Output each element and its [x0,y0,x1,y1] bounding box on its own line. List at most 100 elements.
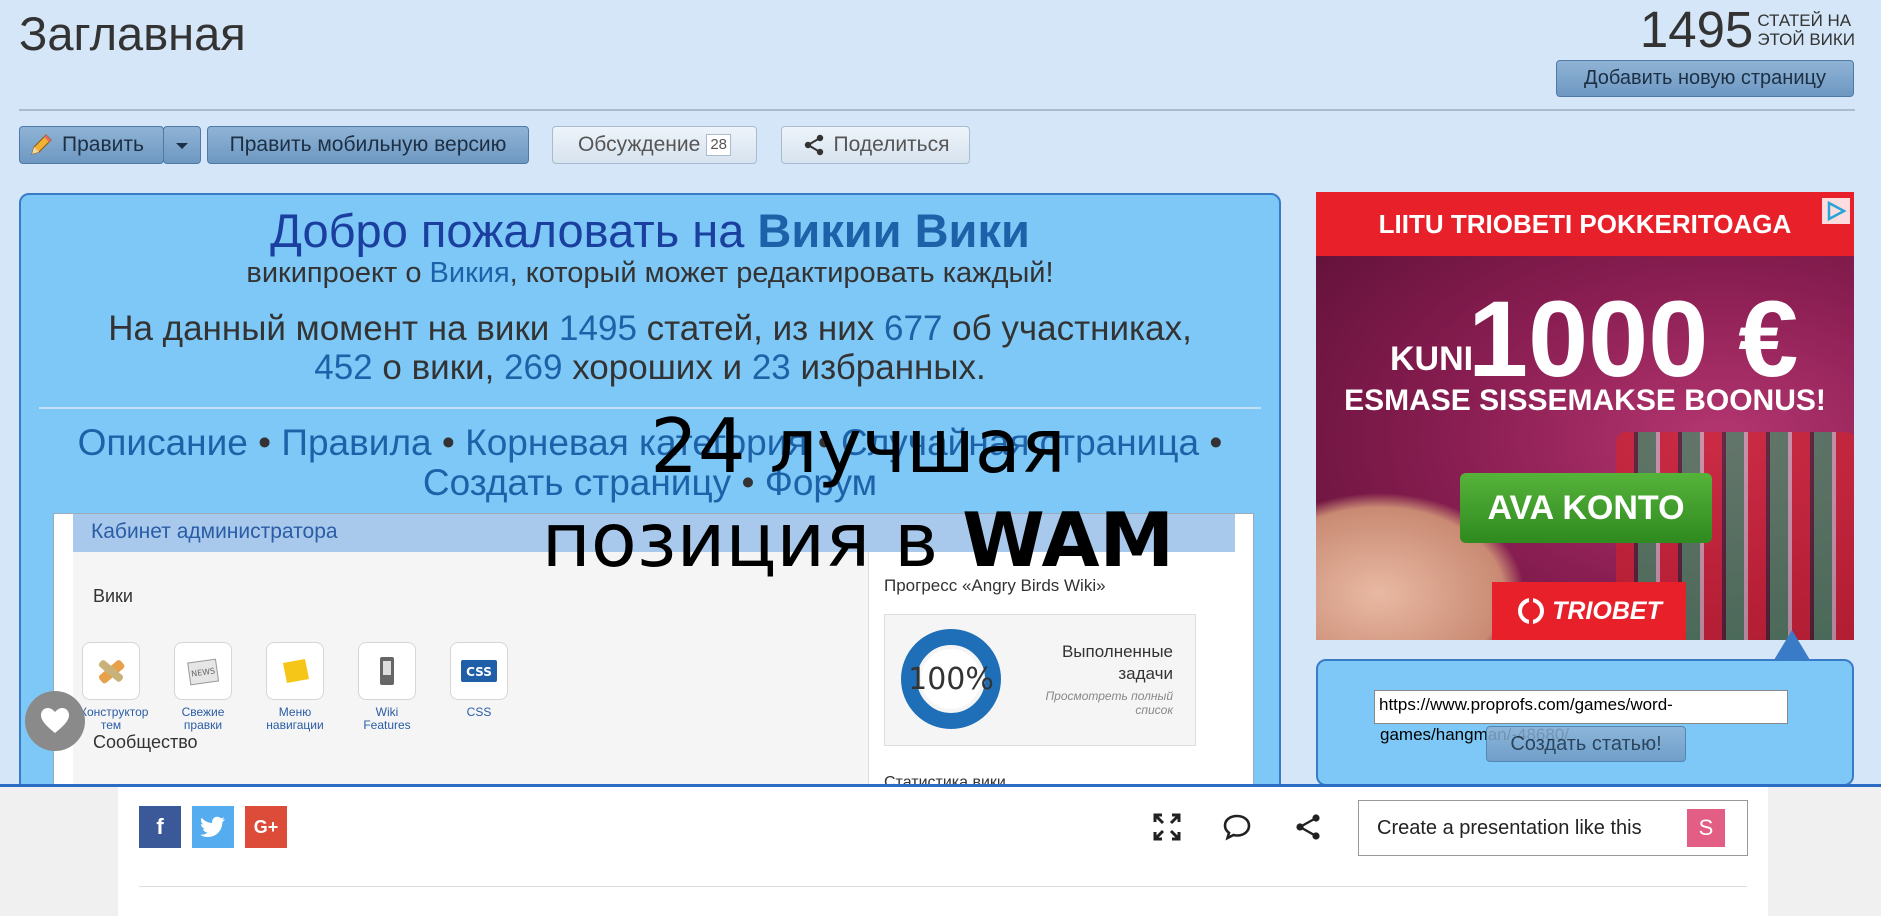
admin-tool-css: CSS CSS [448,642,510,732]
admin-tool-caption: Wiki Features [356,706,418,732]
share-button[interactable]: Поделиться [781,126,970,164]
heart-icon [41,708,69,733]
stats-text-1: На данный момент на вики [108,309,550,348]
welcome-subtitle: википроект о Викия, который может редакт… [21,257,1279,290]
welcome-sub-prefix: википроект о [246,257,422,289]
talk-button[interactable]: Обсуждение 28 [552,126,757,164]
create-presentation-label: Create a presentation like this [1377,816,1642,839]
news-icon: NEWS [187,658,220,686]
welcome-title-prefix: Добро пожаловать на [270,204,745,257]
admin-tool-caption: Меню навигации [264,706,326,732]
stats-about-link[interactable]: 452 [314,348,372,387]
caret-down-icon [175,133,189,157]
nav-menu-caption-2: навигации [266,718,324,732]
theme-designer-caption-2: тем [100,718,122,732]
create-presentation-button[interactable]: Create a presentation like this S [1358,800,1748,856]
theme-designer-caption-1: Конструктор [80,705,149,719]
twitter-share-button[interactable] [192,806,234,848]
admin-tool-navigation-menu: Меню навигации [264,642,326,732]
edit-dropdown-button[interactable] [163,126,201,164]
article-count: 1495 СТАТЕЙ НА ЭТОЙ ВИКИ [1640,4,1855,56]
css-caption: CSS [466,705,492,719]
wam-overlay-bold: WAM [962,496,1175,584]
admin-tool-caption: CSS [448,706,510,719]
wam-overlay-prefix: позиция в [541,496,939,584]
wikia-link[interactable]: Викия [430,257,510,289]
header-divider [19,109,1855,111]
ad-headline: LIITU TRIOBETI POKKERITOAGA [1316,192,1854,256]
article-count-label-line2: ЭТОЙ ВИКИ [1757,30,1855,49]
google-plus-icon: G+ [253,816,279,837]
progress-label-1: Выполненные [1061,642,1173,661]
stats-good-link[interactable]: 269 [504,348,562,387]
fullscreen-icon[interactable] [1152,812,1182,842]
progress-sub-2: список [1135,703,1173,717]
welcome-stats: На данный момент на вики 1495 статей, из… [21,309,1279,387]
nav-menu-caption-1: Меню [278,705,312,719]
ad-bonus: ESMASE SISSEMAKSE BOONUS! [1344,384,1826,417]
article-count-label-line1: СТАТЕЙ НА [1757,11,1852,30]
stats-text-4: о вики, [382,348,495,387]
welcome-panel: Добро пожаловать на Викии Вики википроек… [19,193,1281,793]
edit-button[interactable]: Править [19,126,164,164]
article-title-input[interactable]: https://www.proprofs.com/games/word- [1374,690,1788,724]
edit-button-label: Править [62,133,144,156]
progress-ring: 100% [901,629,1001,729]
create-box-pointer [1774,630,1810,660]
progress-sub-1: Просмотреть полный [1045,689,1173,703]
facebook-share-button[interactable]: f [139,806,181,848]
welcome-title-wiki-link[interactable]: Викии Вики [757,204,1029,257]
ad-brand-logo: TRIOBET [1492,582,1686,640]
edit-mobile-button[interactable]: Править мобильную версию [207,126,529,164]
ad-amount: 1000 € [1468,278,1799,399]
stats-articles-link[interactable]: 1495 [559,309,637,348]
add-new-page-button[interactable]: Добавить новую страницу [1556,60,1854,97]
admin-tool-icons: Конструктор тем NEWS Свежие правки Меню нав… [80,642,510,732]
article-count-label: СТАТЕЙ НА ЭТОЙ ВИКИ [1757,11,1855,49]
share-icon [804,134,823,156]
stats-members-link[interactable]: 677 [884,309,942,348]
ad-cta-button[interactable]: AVA KONTO [1460,473,1712,543]
admin-tool-recent-changes: NEWS Свежие правки [172,642,234,732]
favorite-button[interactable] [25,691,85,751]
admin-tool-caption: Конструктор тем [80,706,148,732]
recent-changes-caption-2: правки [183,718,223,732]
progress-label-2: задачи [1118,664,1173,683]
talk-button-label: Обсуждение [577,133,701,156]
welcome-sub-suffix: , который может редактировать каждый! [509,257,1054,289]
page-title: Заглавная [19,7,246,60]
advertisement[interactable]: LIITU TRIOBETI POKKERITOAGA KUNI 1000 € … [1316,192,1854,640]
google-plus-share-button[interactable]: G+ [245,806,287,848]
wiki-features-caption: Wiki Features [363,705,411,732]
admin-section-community: Сообщество [93,732,198,752]
wiki-features-icon [380,657,394,685]
share-embed-icon[interactable] [1293,812,1323,842]
comment-icon[interactable] [1222,812,1252,842]
adchoices-icon[interactable] [1822,198,1850,224]
talk-count-badge: 28 [706,134,732,156]
admin-tool-caption: Свежие правки [172,706,234,732]
ad-brand-text: TRIOBET [1552,596,1662,625]
article-count-number: 1495 [1639,1,1754,58]
progress-label: Выполненные задачи [1062,641,1173,685]
stats-text-6: избранных. [800,348,986,387]
welcome-title: Добро пожаловать на Викии Вики [21,203,1279,258]
stats-text-5: хороших и [572,348,743,387]
stats-featured-link[interactable]: 23 [752,348,791,387]
admin-tool-wiki-features: Wiki Features [356,642,418,732]
progress-card: 100% Выполненные задачи Просмотреть полны… [884,614,1196,746]
css-icon: CSS [461,660,497,682]
share-button-label: Поделиться [833,133,950,156]
theme-designer-icon [98,660,125,684]
navigation-menu-icon [283,659,309,683]
admin-tool-theme-designer: Конструктор тем [80,642,148,732]
css-tile-text: CSS [466,665,492,679]
admin-section-wiki: Вики [93,586,133,606]
slides-logo-icon: S [1687,809,1725,847]
stats-text-2: статей, из них [646,309,875,348]
stats-text-3: об участниках, [952,309,1192,348]
ad-kuni: KUNI [1390,340,1474,378]
progress-value: 100% [908,662,994,697]
pencil-icon [28,132,54,158]
create-article-button[interactable]: Создать статью! [1486,726,1686,762]
